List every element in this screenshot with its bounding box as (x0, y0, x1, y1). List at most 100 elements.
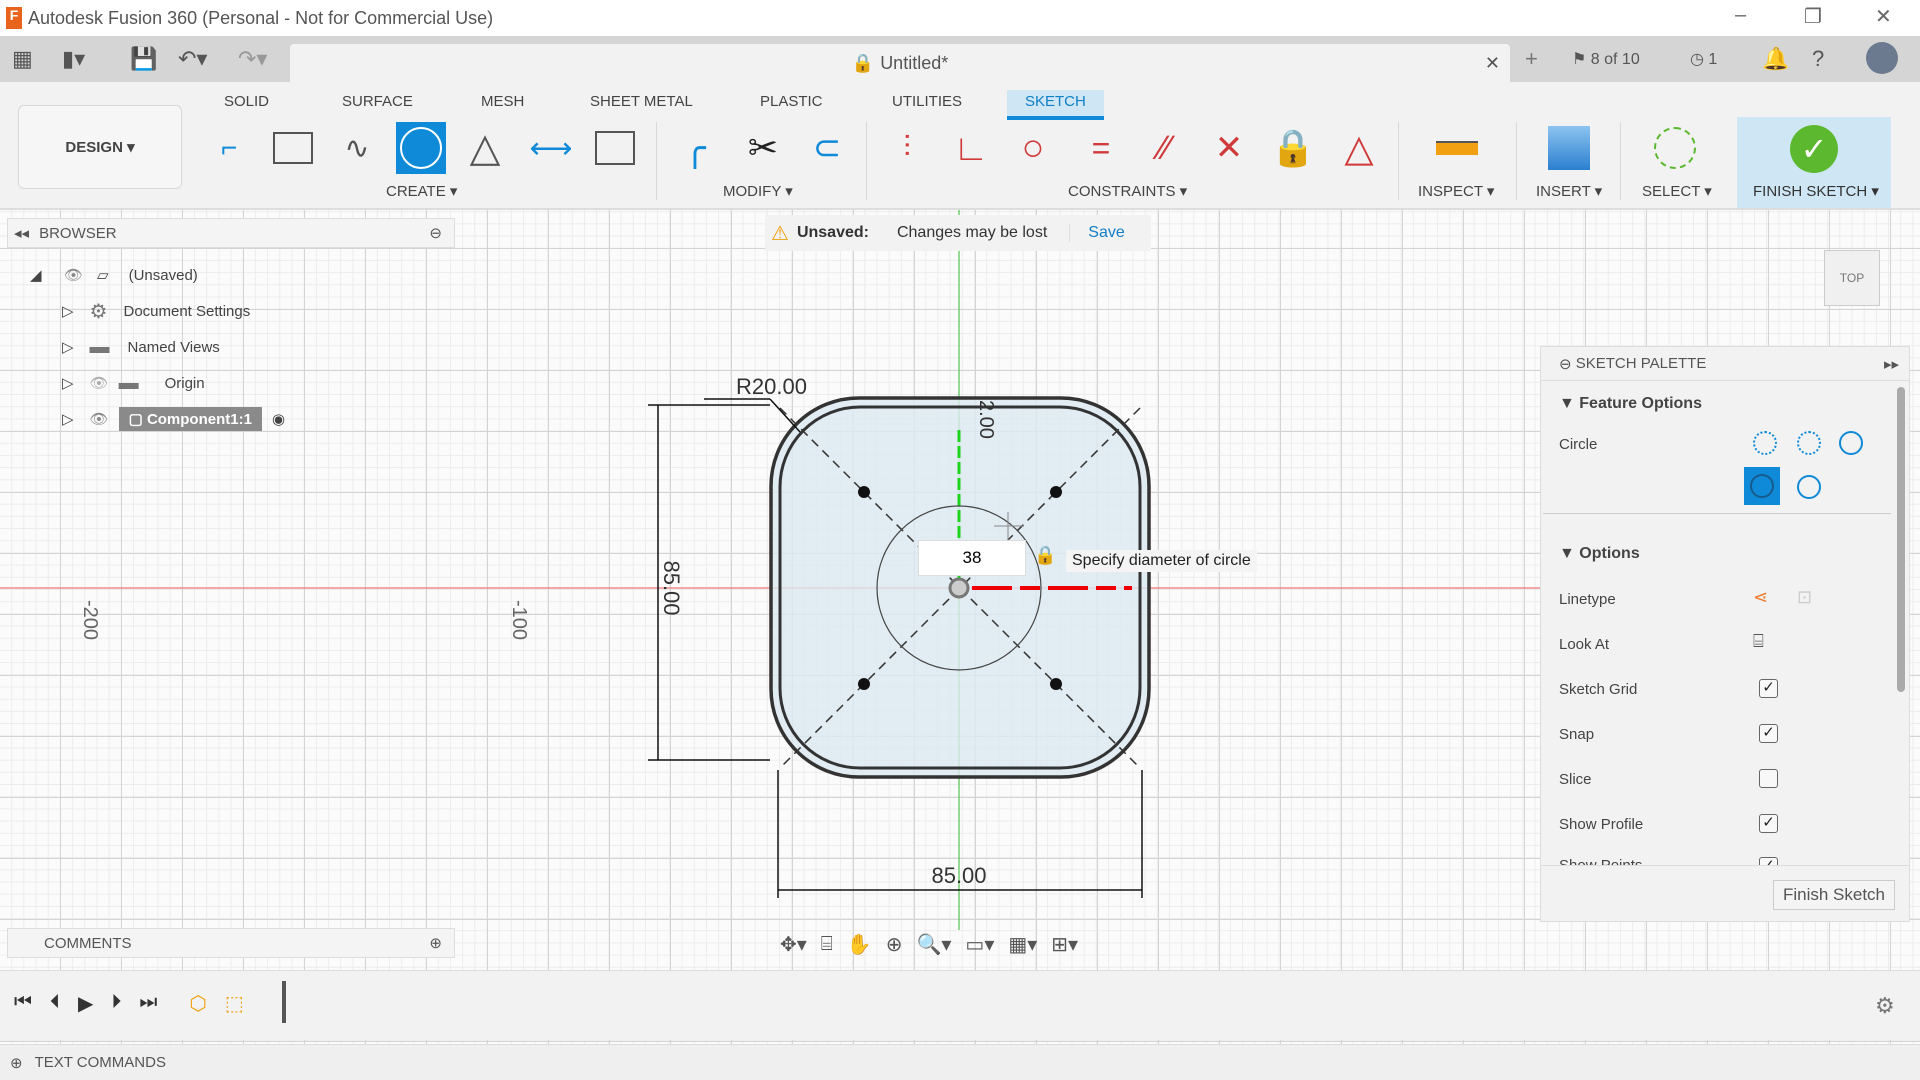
centerline-icon[interactable]: ⊡ (1797, 587, 1812, 608)
constraints-group-label[interactable]: CONSTRAINTS ▾ (1068, 182, 1187, 200)
tree-item-named-views[interactable]: ▷ ▬ Named Views (62, 332, 220, 362)
select-icon[interactable] (1650, 122, 1700, 174)
measure-icon[interactable] (1432, 122, 1482, 174)
options-header[interactable]: ▼ Options (1559, 545, 1640, 563)
jobs-status[interactable]: ⚑ 8 of 10 (1572, 49, 1640, 69)
show-profile-checkbox[interactable]: ✓ (1759, 814, 1778, 833)
workspace-dropdown[interactable]: DESIGN ▾ (18, 105, 182, 189)
add-comment-icon[interactable]: ⊕ (429, 934, 442, 952)
symmetry-constraint-icon[interactable]: △ (1334, 122, 1384, 174)
tab-solid[interactable]: SOLID (212, 90, 281, 120)
text-commands-bar[interactable]: ⊕ TEXT COMMANDS (0, 1044, 1920, 1080)
tree-item-root[interactable]: ◢ 👁 ▱ (Unsaved) (30, 260, 198, 290)
top-dimension[interactable]: 2.00 (975, 400, 997, 439)
show-points-checkbox[interactable]: ✓ (1759, 857, 1778, 865)
fillet-tool-icon[interactable]: ╭ (670, 122, 720, 174)
expand-icon[interactable]: ▸▸ (1884, 355, 1899, 373)
construction-linetype-icon[interactable]: ⋖ (1753, 587, 1768, 608)
look-at-icon[interactable]: ⌸ (1753, 631, 1764, 652)
line-tool-icon[interactable]: ⌐ (204, 122, 254, 174)
trim-tool-icon[interactable]: ✂ (738, 122, 788, 174)
close-window-button[interactable]: ✕ (1875, 4, 1892, 29)
mirror-tool-icon[interactable]: △ (460, 122, 510, 174)
app-grid-icon[interactable]: ▦ (12, 46, 33, 72)
clock-icon[interactable]: ◷ 1 (1690, 49, 1717, 69)
play-icon[interactable]: ▶ (78, 991, 93, 1016)
close-tab-icon[interactable]: ✕ (1485, 53, 1500, 74)
tab-utilities[interactable]: UTILITIES (880, 90, 974, 120)
fit-icon[interactable]: 🔍▾ (916, 932, 951, 957)
center-diameter-circle-selected-icon[interactable] (1744, 467, 1780, 505)
display-settings-icon[interactable]: ▭▾ (965, 932, 994, 957)
inspect-group-label[interactable]: INSPECT ▾ (1418, 182, 1494, 200)
collapse-icon[interactable]: ◂◂ (14, 224, 29, 242)
equal-constraint-icon[interactable]: = (1076, 122, 1126, 174)
go-to-end-icon[interactable]: ⏭ (139, 991, 157, 1016)
tree-item-origin[interactable]: ▷ 👁 ▬ Origin (62, 368, 205, 398)
help-icon[interactable]: ? (1812, 46, 1824, 72)
browser-header[interactable]: ◂◂ BROWSER ⊖ (7, 218, 455, 248)
step-back-icon[interactable]: ⏴ (50, 991, 60, 1016)
insert-group-label[interactable]: INSERT ▾ (1536, 182, 1602, 200)
expand-icon[interactable]: ⊕ (10, 1054, 23, 1072)
modify-group-label[interactable]: MODIFY ▾ (723, 182, 793, 200)
restore-button[interactable]: ❐ (1804, 4, 1822, 29)
collinear-constraint-icon[interactable]: ✕ (1204, 122, 1254, 174)
document-tab[interactable]: 🔒 Untitled* ✕ (290, 44, 1510, 82)
step-forward-icon[interactable]: ⏵ (111, 991, 121, 1016)
diameter-input[interactable] (918, 540, 1026, 576)
viewcube[interactable]: TOP (1824, 250, 1880, 306)
redo-icon[interactable]: ↷▾ (238, 46, 267, 72)
sketch-grid-checkbox[interactable]: ✓ (1759, 679, 1778, 698)
tab-sketch[interactable]: SKETCH (1007, 90, 1104, 120)
save-icon[interactable]: 💾 (130, 46, 157, 72)
point-tool-icon[interactable] (590, 122, 640, 174)
timeline-settings-icon[interactable]: ⚙ (1875, 993, 1895, 1019)
select-group-label[interactable]: SELECT ▾ (1642, 182, 1712, 200)
tab-plastic[interactable]: PLASTIC (748, 90, 835, 120)
offset-tool-icon[interactable]: ⊂ (802, 122, 852, 174)
timeline-feature-active-sketch-icon[interactable]: ⬚ (225, 991, 244, 1016)
browser-minimize-icon[interactable]: ⊖ (429, 224, 442, 242)
timeline-marker[interactable] (282, 981, 286, 1023)
comments-panel[interactable]: COMMENTS ⊕ (7, 928, 455, 958)
file-menu-icon[interactable]: ▮▾ (62, 46, 85, 72)
pan-icon[interactable]: ✋ (847, 932, 872, 957)
fix-constraint-icon[interactable]: 🔒 (1268, 122, 1318, 174)
two-point-circle-icon[interactable] (1797, 431, 1821, 455)
width-dimension[interactable]: 85.00 (931, 863, 986, 888)
tangent-circle-icon[interactable] (1797, 475, 1821, 499)
tree-item-document-settings[interactable]: ▷ ⚙ Document Settings (62, 296, 250, 326)
tangent-constraint-icon[interactable]: ○ (1008, 122, 1058, 174)
avatar[interactable] (1866, 42, 1898, 74)
create-group-label[interactable]: CREATE ▾ (386, 182, 457, 200)
insert-image-icon[interactable] (1544, 122, 1594, 174)
snap-checkbox[interactable]: ✓ (1759, 724, 1778, 743)
rectangle-tool-icon[interactable] (268, 122, 318, 174)
tree-item-component[interactable]: ▷ 👁 ▢ Component1:1 ◉ (62, 404, 285, 434)
perpendicular-constraint-icon[interactable]: ∟ (946, 122, 996, 174)
viewports-icon[interactable]: ⊞▾ (1051, 932, 1078, 957)
undo-icon[interactable]: ↶▾ (178, 46, 207, 72)
minimize-button[interactable]: – (1735, 4, 1746, 27)
new-tab-icon[interactable]: + (1525, 46, 1538, 72)
palette-header[interactable]: ⊖ SKETCH PALETTE ▸▸ (1541, 347, 1909, 381)
dimension-tool-icon[interactable]: ⟷ (526, 122, 576, 174)
radius-dimension[interactable]: R20.00 (736, 374, 807, 399)
tab-sheet-metal[interactable]: SHEET METAL (578, 90, 705, 120)
grid-settings-icon[interactable]: ▦▾ (1008, 932, 1037, 957)
tab-mesh[interactable]: MESH (469, 90, 536, 120)
feature-options-header[interactable]: ▼ Feature Options (1559, 395, 1702, 413)
coincident-constraint-icon[interactable]: ⫶ (882, 122, 932, 174)
finish-sketch-button[interactable]: ✓ FINISH SKETCH ▾ (1737, 117, 1891, 208)
tab-surface[interactable]: SURFACE (330, 90, 425, 120)
save-link[interactable]: Save (1069, 224, 1125, 242)
timeline-feature-sketch-icon[interactable]: ⬡ (189, 991, 206, 1016)
palette-scrollbar[interactable] (1897, 387, 1905, 692)
circle-tool-icon[interactable] (396, 122, 446, 174)
lock-icon[interactable]: 🔒 (1034, 545, 1056, 566)
spline-tool-icon[interactable]: ∿ (332, 122, 382, 174)
slice-checkbox[interactable] (1759, 769, 1778, 788)
orbit-icon[interactable]: ✥▾ (780, 932, 807, 957)
look-at-icon[interactable]: ⌸ (821, 933, 833, 956)
